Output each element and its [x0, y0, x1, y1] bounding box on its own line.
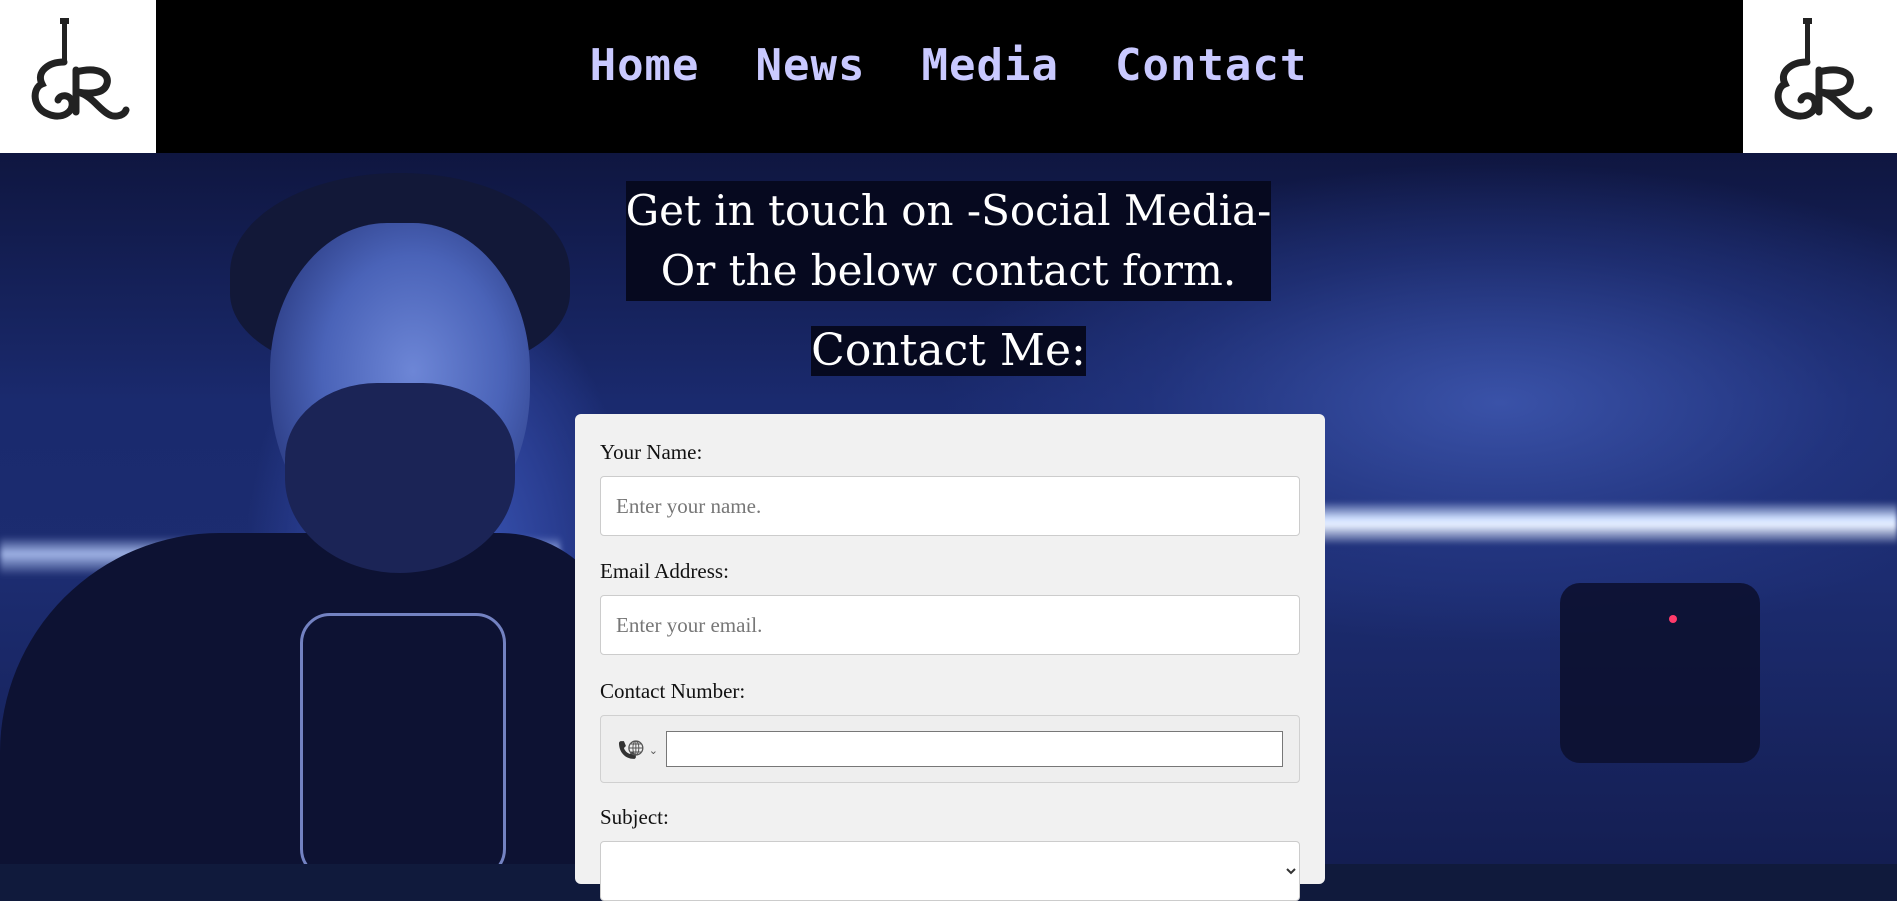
intro-line-1: Get in touch on -Social Media-: [625, 186, 1272, 235]
contact-heading: Contact Me:: [0, 326, 1897, 376]
nav-home[interactable]: Home: [590, 40, 700, 91]
phone-globe-icon: [618, 740, 644, 759]
stage-equipment: [1560, 583, 1760, 763]
site-header: Home News Media Contact: [0, 0, 1897, 153]
contact-form: Your Name: Email Address: Contact Number…: [575, 414, 1325, 901]
contact-title: Contact Me:: [811, 325, 1086, 376]
email-input[interactable]: [600, 595, 1300, 655]
name-input[interactable]: [600, 476, 1300, 536]
nav-media[interactable]: Media: [922, 40, 1059, 91]
guitar-sr-logo-icon: [1774, 18, 1873, 120]
intro-line-2: Or the below contact form.: [660, 246, 1237, 295]
phone-label: Contact Number:: [600, 679, 746, 703]
phone-field: ⌄: [600, 715, 1300, 783]
chevron-down-icon: ⌄: [648, 744, 658, 757]
country-code-select[interactable]: ⌄: [616, 738, 658, 762]
phone-input[interactable]: [666, 731, 1283, 767]
logo-right[interactable]: [1743, 0, 1897, 153]
subject-select[interactable]: [600, 841, 1300, 901]
performer-beard: [285, 383, 515, 573]
nav-contact[interactable]: Contact: [1115, 40, 1307, 91]
intro-heading: Get in touch on -Social Media- Or the be…: [0, 181, 1897, 301]
intro-text: Get in touch on -Social Media- Or the be…: [625, 181, 1272, 301]
equipment-led: [1669, 615, 1677, 623]
name-label: Your Name:: [600, 440, 703, 464]
nav-news[interactable]: News: [756, 40, 866, 91]
subject-label: Subject:: [600, 805, 669, 829]
stage-light-right: [1320, 501, 1897, 545]
email-label: Email Address:: [600, 559, 729, 583]
shirt-print: [300, 613, 506, 864]
main-nav: Home News Media Contact: [0, 0, 1897, 130]
